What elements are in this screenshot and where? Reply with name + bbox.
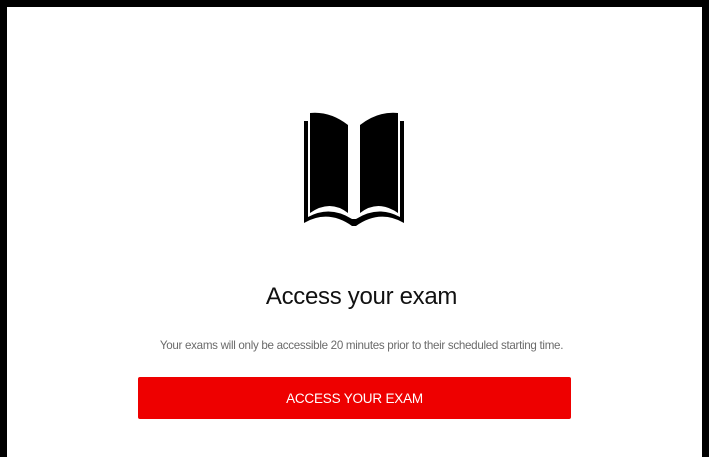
exam-access-card: Access your exam Your exams will only be… [28,29,695,457]
window-frame: Access your exam Your exams will only be… [0,0,709,457]
page-title: Access your exam [265,283,458,310]
access-info-text: Your exams will only be accessible 20 mi… [159,339,564,352]
open-book-icon [304,109,404,229]
access-exam-button[interactable]: ACCESS YOUR EXAM [138,377,571,419]
